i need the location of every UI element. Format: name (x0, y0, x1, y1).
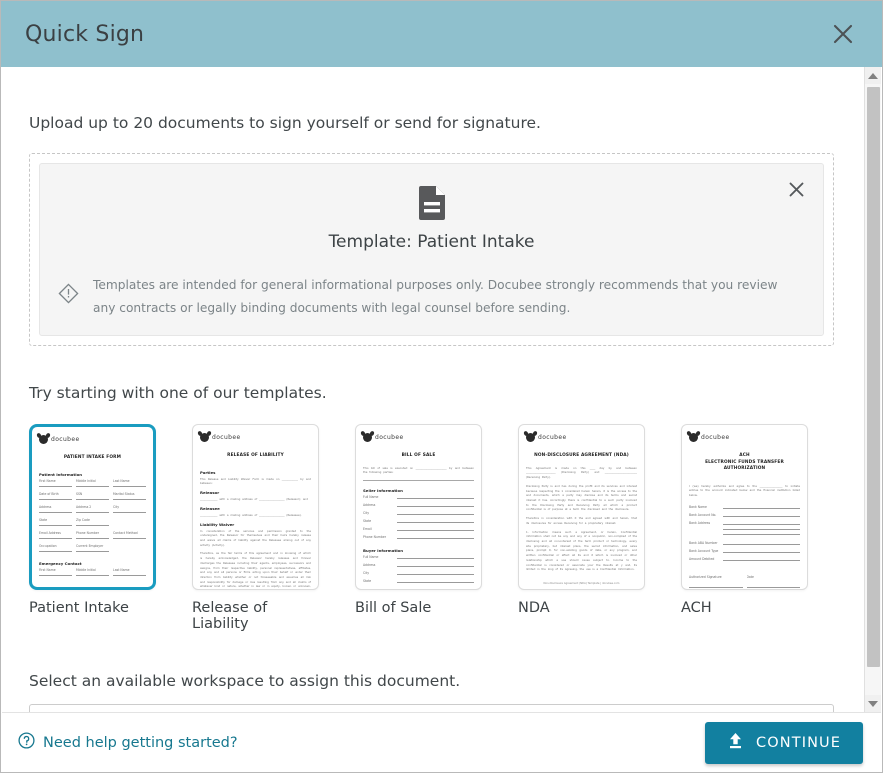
template-label: NDA (518, 600, 550, 617)
template-option-bill-of-sale[interactable]: docubee BILL OF SALE This bill of sale i… (355, 424, 482, 632)
quick-sign-modal: Quick Sign Upload up to 20 documents to … (0, 0, 883, 773)
modal-body: Upload up to 20 documents to sign yourse… (1, 67, 882, 772)
template-label: Bill of Sale (355, 600, 432, 617)
caret-down-icon (868, 700, 878, 707)
selected-template-name: Template: Patient Intake (328, 232, 535, 253)
close-icon[interactable] (826, 17, 860, 51)
thumbnail-title: ACH ELECTRONIC FUNDS TRANSFER AUTHORIZAT… (705, 453, 784, 472)
template-thumbnail: docubee PATIENT INTAKE FORM Patient Info… (29, 424, 156, 591)
docubee-logo-icon: docubee (689, 433, 800, 443)
question-circle-icon (18, 732, 35, 753)
template-option-release-of-liability[interactable]: docubee RELEASE OF LIABILITY Parties Thi… (192, 424, 319, 632)
selected-template-card: Template: Patient Intake Templates are i… (39, 163, 824, 337)
file-dropzone[interactable]: Template: Patient Intake Templates are i… (29, 153, 834, 347)
template-thumbnail: docubee RELEASE OF LIABILITY Parties Thi… (192, 424, 319, 591)
modal-footer: Need help getting started? CONTINUE (2, 712, 881, 772)
template-label: ACH (681, 600, 712, 617)
scroll-down-button[interactable] (865, 695, 881, 712)
document-icon (418, 186, 445, 221)
template-option-patient-intake[interactable]: docubee PATIENT INTAKE FORM Patient Info… (29, 424, 156, 632)
thumbnail-title: PATIENT INTAKE FORM (63, 455, 122, 461)
disclaimer-text: Templates are intended for general infor… (93, 278, 778, 315)
thumbnail-title: NON-DISCLOSURE AGREEMENT (NDA) (534, 453, 629, 459)
continue-button-label: CONTINUE (756, 734, 841, 751)
docubee-logo-icon: docubee (363, 433, 474, 443)
template-thumbnail: docubee ACH ELECTRONIC FUNDS TRANSFER AU… (681, 424, 808, 591)
warning-diamond-icon (58, 283, 79, 308)
template-label: Patient Intake (29, 600, 129, 617)
template-option-ach[interactable]: docubee ACH ELECTRONIC FUNDS TRANSFER AU… (681, 424, 808, 632)
templates-heading: Try starting with one of our templates. (29, 384, 327, 403)
template-thumbnail: docubee BILL OF SALE This bill of sale i… (355, 424, 482, 591)
document-icon-wrapper (56, 184, 807, 221)
page-title: Quick Sign (25, 21, 145, 47)
thumbnail-title: BILL OF SALE (401, 453, 436, 459)
remove-template-close-icon[interactable] (783, 176, 809, 202)
vertical-scrollbar[interactable] (864, 67, 881, 712)
template-label: Release of Liability (192, 600, 268, 633)
caret-up-icon (868, 72, 878, 79)
template-option-nda[interactable]: docubee NON-DISCLOSURE AGREEMENT (NDA) T… (518, 424, 645, 632)
scrollbar-thumb[interactable] (867, 87, 880, 667)
continue-button[interactable]: CONTINUE (705, 721, 863, 764)
disclaimer-row: Templates are intended for general infor… (56, 274, 807, 319)
help-link[interactable]: Need help getting started? (18, 732, 238, 753)
upload-instruction-text: Upload up to 20 documents to sign yourse… (29, 114, 541, 132)
docubee-logo-icon: docubee (526, 433, 637, 443)
help-link-label: Need help getting started? (43, 734, 238, 751)
modal-content: Upload up to 20 documents to sign yourse… (1, 67, 862, 772)
template-thumbnail: docubee NON-DISCLOSURE AGREEMENT (NDA) T… (518, 424, 645, 591)
upload-icon (727, 732, 744, 754)
scroll-up-button[interactable] (865, 67, 881, 84)
template-list: docubee PATIENT INTAKE FORM Patient Info… (29, 424, 834, 632)
docubee-logo-icon: docubee (39, 435, 146, 445)
modal-header: Quick Sign (1, 1, 882, 67)
workspace-heading: Select an available workspace to assign … (29, 672, 461, 691)
thumbnail-title: RELEASE OF LIABILITY (227, 453, 284, 459)
docubee-logo-icon: docubee (200, 433, 311, 443)
